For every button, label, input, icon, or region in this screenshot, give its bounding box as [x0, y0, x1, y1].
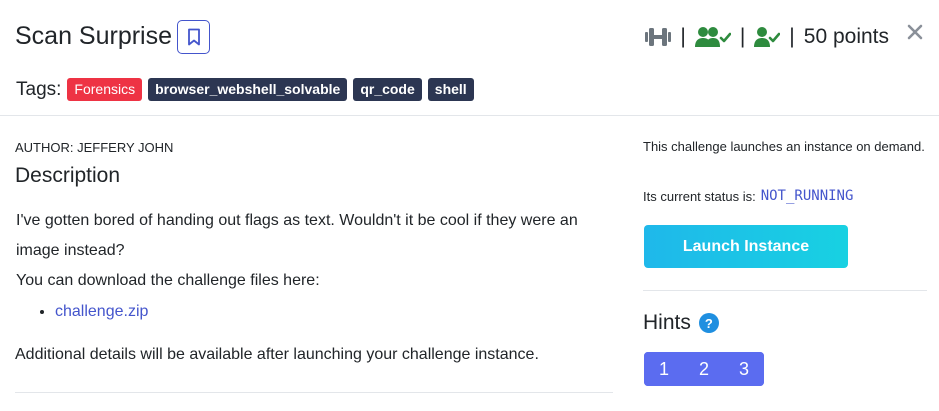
dumbbell-icon: [645, 28, 672, 46]
tags-label: Tags:: [16, 78, 62, 100]
instance-launch-text: This challenge launches an instance on d…: [643, 139, 925, 154]
status-label: Its current status is:: [643, 188, 756, 204]
description-body: I've gotten bored of handing out flags a…: [16, 206, 616, 327]
divider: [15, 392, 613, 393]
close-button[interactable]: [904, 20, 926, 44]
challenge-zip-link[interactable]: challenge.zip: [55, 303, 148, 320]
author-line: AUTHOR: JEFFERY JOHN: [15, 140, 174, 155]
stat-separator: |: [789, 25, 795, 48]
description-paragraph: I've gotten bored of handing out flags a…: [16, 212, 578, 259]
tag-qr-code[interactable]: qr_code: [353, 78, 422, 101]
launch-instance-button[interactable]: Launch Instance: [644, 225, 848, 268]
hint-button-2[interactable]: 2: [684, 352, 724, 386]
hints-title: Hints: [643, 311, 691, 334]
tags-row: Tags: Forensics browser_webshell_solvabl…: [16, 78, 480, 101]
tag-shell[interactable]: shell: [427, 78, 474, 101]
help-icon[interactable]: ?: [698, 313, 719, 333]
list-item: challenge.zip: [55, 297, 616, 327]
tag-forensics[interactable]: Forensics: [67, 78, 143, 101]
divider: [643, 290, 927, 291]
additional-details: Additional details will be available aft…: [15, 346, 539, 363]
challenge-title: Scan Surprise: [15, 22, 173, 50]
bookmark-button[interactable]: [177, 20, 210, 54]
instance-status-line: Its current status is: NOT_RUNNING: [643, 188, 853, 204]
hint-button-1[interactable]: 1: [644, 352, 684, 386]
hint-button-3[interactable]: 3: [724, 352, 764, 386]
close-icon: [907, 24, 923, 40]
hints-button-group: 1 2 3: [644, 352, 764, 386]
download-text: You can download the challenge files her…: [16, 272, 320, 289]
user-check-icon: [754, 27, 781, 47]
status-value: NOT_RUNNING: [760, 188, 854, 204]
stat-separator: |: [680, 25, 686, 48]
tag-browser-webshell-solvable[interactable]: browser_webshell_solvable: [148, 78, 348, 101]
download-list: challenge.zip: [16, 297, 616, 327]
hints-heading: Hints ?: [643, 311, 719, 335]
points-value: 50 points: [803, 25, 889, 48]
stat-separator: |: [739, 25, 746, 48]
description-heading: Description: [15, 164, 121, 187]
challenge-header: Scan Surprise | | | 50 points Tags: Fore…: [0, 0, 939, 116]
bookmark-icon: [187, 28, 200, 46]
challenge-stats: | | | 50 points: [645, 22, 889, 52]
users-check-icon: [694, 27, 731, 47]
